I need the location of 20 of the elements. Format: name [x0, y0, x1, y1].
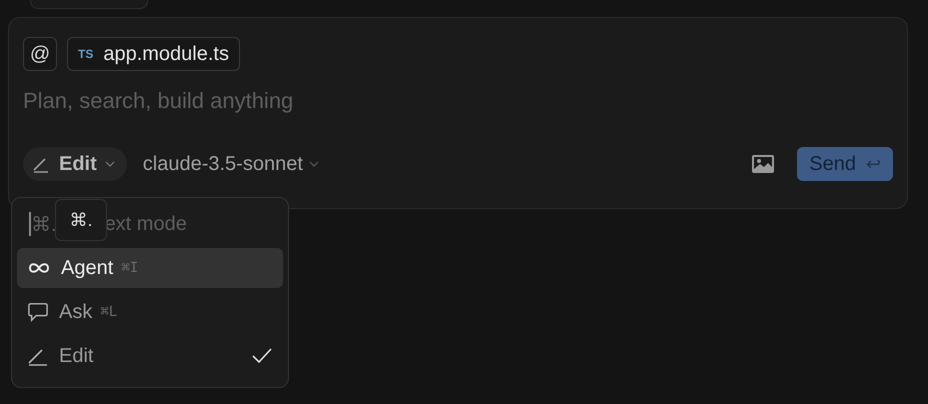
menu-item[interactable]: Ask ⌘L	[17, 292, 283, 332]
image-icon[interactable]	[751, 154, 776, 174]
file-type-label: TS	[78, 47, 94, 61]
context-chip[interactable]: TS app.module.ts	[67, 37, 240, 71]
model-dropdown[interactable]: claude-3.5-sonnet	[142, 152, 319, 176]
mode-dropdown[interactable]: Edit	[23, 147, 127, 181]
item-label: Ask	[59, 300, 92, 324]
shortcut-hint: ⌘.	[31, 212, 57, 236]
shortcut-tooltip: ⌘.	[55, 199, 107, 241]
item-label: Edit	[59, 344, 94, 368]
chat-bubble-icon	[27, 302, 49, 322]
file-name: app.module.ts	[103, 42, 229, 66]
mention-button[interactable]: @	[23, 37, 57, 71]
chevron-down-icon	[308, 161, 319, 167]
infinity-icon	[27, 262, 51, 274]
prompt-input[interactable]: Plan, search, build anything	[23, 85, 623, 117]
chevron-down-icon	[104, 161, 115, 167]
shortcut-text: ⌘L	[100, 304, 118, 320]
menu-item[interactable]: Edit	[17, 336, 283, 376]
item-label: Agent	[61, 256, 114, 280]
